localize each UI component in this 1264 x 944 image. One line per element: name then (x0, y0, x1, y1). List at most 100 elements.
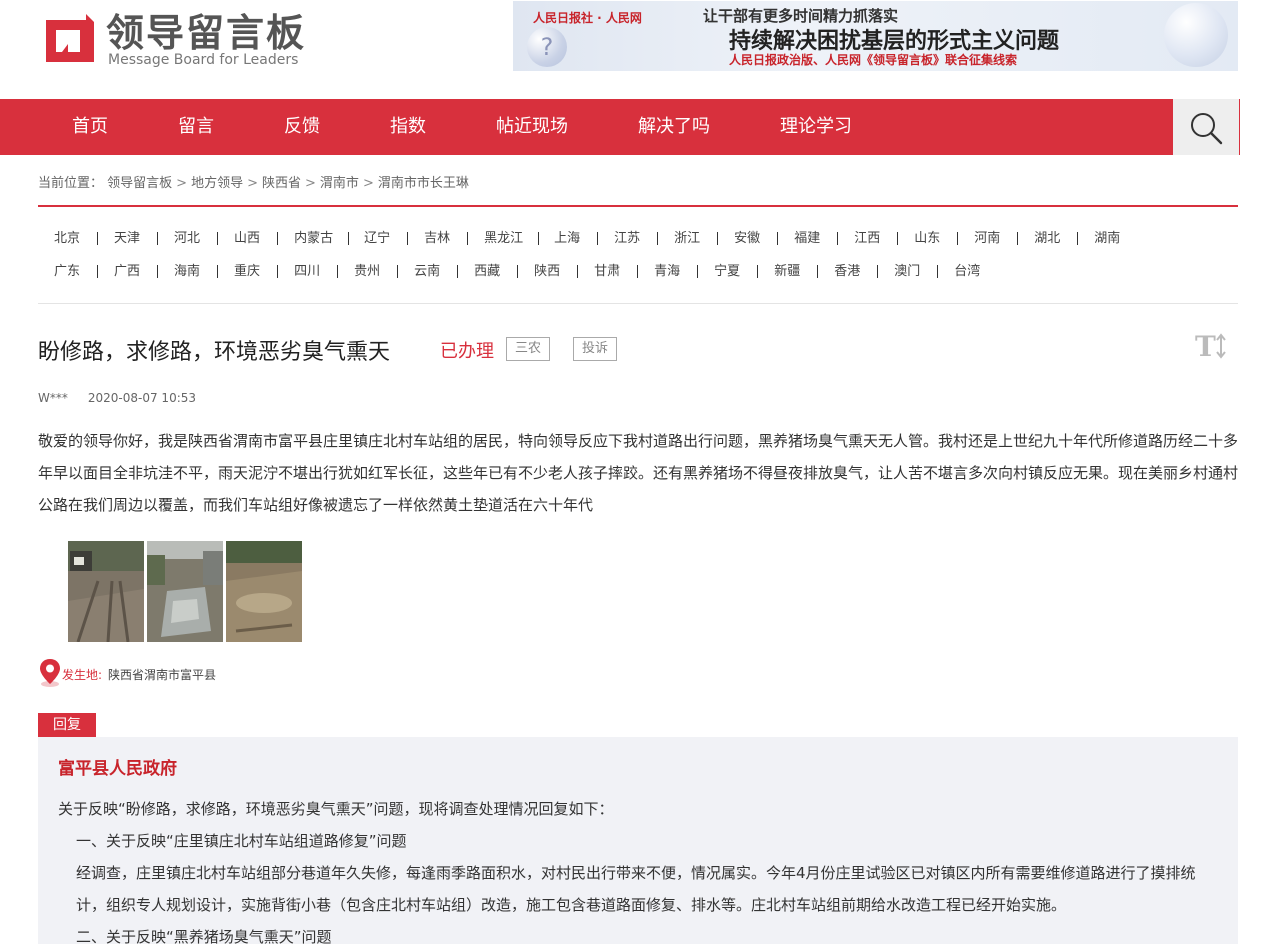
province-link[interactable]: 陕西 (534, 261, 560, 283)
logo-title: 领导留言板 (106, 11, 307, 55)
location-label: 发生地: (62, 668, 103, 682)
province-link[interactable]: 台湾 (954, 261, 980, 283)
main-nav: 首页 留言 反馈 指数 帖近现场 解决了吗 理论学习 (0, 99, 1240, 155)
province-link[interactable]: 海南 (174, 261, 200, 283)
province-separator (97, 232, 99, 245)
tag-agriculture[interactable]: 三农 (506, 337, 551, 361)
province-link[interactable]: 内蒙古 (294, 228, 333, 250)
province-link[interactable]: 山东 (914, 228, 940, 250)
photo-thumbnail[interactable] (226, 541, 302, 642)
province-link[interactable]: 湖北 (1034, 228, 1060, 250)
province-link[interactable]: 江苏 (614, 228, 640, 250)
message-meta: W*** 2020-08-07 10:53 (38, 391, 196, 405)
province-link[interactable]: 广东 (54, 261, 80, 283)
province-separator (348, 232, 350, 245)
message-body: 敬爱的领导你好，我是陕西省渭南市富平县庄里镇庄北村车站组的居民，特向领导反应下我… (38, 432, 1239, 514)
breadcrumb: 当前位置： 领导留言板 > 地方领导 > 陕西省 > 渭南市 > 渭南市市长王琳 (38, 176, 469, 191)
province-link[interactable]: 安徽 (734, 228, 760, 250)
province-separator (937, 265, 939, 278)
photo-thumbnail[interactable] (68, 541, 144, 642)
province-link[interactable]: 辽宁 (364, 228, 390, 250)
nav-messages[interactable]: 留言 (178, 99, 214, 155)
province-separator (217, 265, 219, 278)
province-separator (97, 265, 99, 278)
reply-box: 富平县人民政府 关于反映“盼修路，求修路，环境恶劣臭气熏天”问题，现将调查处理情… (38, 737, 1238, 944)
reply-paragraph: 经调查，庄里镇庄北村车站组部分巷道年久失修，每逢雨季路面积水，对村民出行带来不便… (76, 864, 1196, 914)
breadcrumb-item[interactable]: 领导留言板 (107, 176, 172, 191)
province-link[interactable]: 澳门 (894, 261, 920, 283)
province-separator (407, 232, 409, 245)
province-link[interactable]: 福建 (794, 228, 820, 250)
breadcrumb-item[interactable]: 地方领导 (191, 176, 243, 191)
nav-home[interactable]: 首页 (72, 99, 108, 155)
question-icon: ? (527, 27, 567, 67)
nav-solved[interactable]: 解决了吗 (638, 99, 710, 155)
province-separator (897, 232, 899, 245)
province-separator (397, 265, 399, 278)
province-separator (957, 232, 959, 245)
province-link[interactable]: 新疆 (774, 261, 800, 283)
province-link[interactable]: 广西 (114, 261, 140, 283)
province-link[interactable]: 浙江 (674, 228, 700, 250)
location-pin-icon (40, 659, 60, 687)
province-link[interactable]: 重庆 (234, 261, 260, 283)
nav-on-site[interactable]: 帖近现场 (496, 99, 568, 155)
post-date: 2020-08-07 10:53 (87, 391, 197, 405)
province-separator (837, 232, 839, 245)
province-separator (697, 265, 699, 278)
banner-logos: 人民日报社 · 人民网 (533, 11, 642, 25)
province-link[interactable]: 青海 (654, 261, 680, 283)
province-separator (457, 265, 459, 278)
province-link[interactable]: 河南 (974, 228, 1000, 250)
photo-thumbnail[interactable] (147, 541, 223, 642)
province-separator (217, 232, 219, 245)
province-link[interactable]: 黑龙江 (484, 228, 523, 250)
province-link[interactable]: 甘肃 (594, 261, 620, 283)
site-logo[interactable]: 领导留言板 Message Board for Leaders (40, 10, 310, 72)
author-name: W*** (38, 391, 68, 405)
breadcrumb-prefix: 当前位置： (38, 176, 104, 191)
province-separator (1077, 232, 1079, 245)
font-size-icon[interactable]: T (1193, 330, 1229, 362)
province-link[interactable]: 山西 (234, 228, 260, 250)
province-link[interactable]: 宁夏 (714, 261, 740, 283)
nav-feedback[interactable]: 反馈 (284, 99, 320, 155)
message-title: 盼修路，求修路，环境恶劣臭气熏天 (38, 340, 391, 365)
province-row: 北京 天津 河北 山西 内蒙古 辽宁 吉林 黑龙江 上海 江苏 浙江 安徽 福建 江西 山东 河南 湖北 湖南 (54, 228, 1244, 261)
province-separator (538, 232, 540, 245)
breadcrumb-item[interactable]: 渭南市 (320, 176, 359, 191)
province-separator (717, 232, 719, 245)
province-link[interactable]: 西藏 (474, 261, 500, 283)
reply-body: 关于反映“盼修路，求修路，环境恶劣臭气熏天”问题，现将调查处理情况回复如下： 一… (58, 793, 1218, 944)
province-link[interactable]: 天津 (114, 228, 140, 250)
nav-theory[interactable]: 理论学习 (780, 99, 852, 155)
province-separator (757, 265, 759, 278)
province-link[interactable]: 贵州 (354, 261, 380, 283)
province-link[interactable]: 湖南 (1094, 228, 1120, 250)
province-link[interactable]: 北京 (54, 228, 80, 250)
province-separator (517, 265, 519, 278)
province-link[interactable]: 上海 (554, 228, 580, 250)
tag-complaint[interactable]: 投诉 (573, 337, 618, 361)
province-nav: 北京 天津 河北 山西 内蒙古 辽宁 吉林 黑龙江 上海 江苏 浙江 安徽 福建 江西 山东 河南 湖北 湖南 广… (54, 228, 1244, 294)
province-separator (467, 232, 469, 245)
province-separator (877, 265, 879, 278)
province-link[interactable]: 河北 (174, 228, 200, 250)
province-link[interactable]: 四川 (294, 261, 320, 283)
breadcrumb-item[interactable]: 陕西省 (262, 176, 301, 191)
logo-mark-icon (46, 14, 94, 62)
nav-index[interactable]: 指数 (390, 99, 426, 155)
province-link[interactable]: 江西 (854, 228, 880, 250)
province-separator (777, 232, 779, 245)
breadcrumb-item[interactable]: 渭南市市长王琳 (378, 176, 469, 191)
province-link[interactable]: 吉林 (424, 228, 450, 250)
reply-paragraph: 一、关于反映“庄里镇庄北村车站组道路修复”问题 (76, 832, 407, 850)
reply-tab: 回复 (38, 713, 96, 737)
province-link[interactable]: 香港 (834, 261, 860, 283)
province-separator (577, 265, 579, 278)
campaign-banner[interactable]: 人民日报社 · 人民网 ? 让干部有更多时间精力抓落实 持续解决困扰基层的形式主… (513, 1, 1238, 71)
search-button[interactable] (1173, 99, 1239, 155)
province-separator (817, 265, 819, 278)
province-link[interactable]: 云南 (414, 261, 440, 283)
logo-subtitle: Message Board for Leaders (108, 52, 299, 68)
